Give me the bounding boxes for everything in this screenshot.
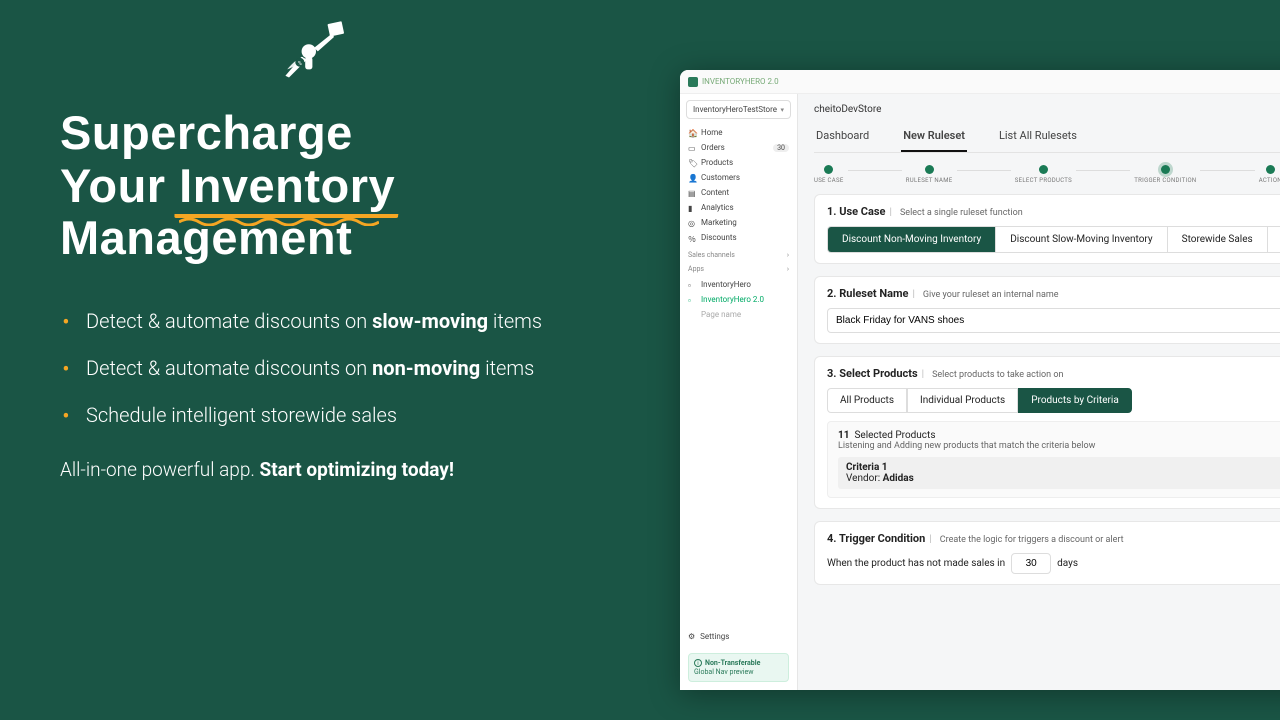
- main-panel: cheitoDevStore Dashboard New Ruleset Lis…: [798, 94, 1280, 690]
- sidebar-item-customers[interactable]: 👤Customers: [680, 170, 797, 185]
- tab-list-rulesets[interactable]: List All Rulesets: [997, 123, 1079, 152]
- user-icon: 👤: [688, 174, 696, 182]
- criteria-desc: Listening and Adding new products that m…: [838, 441, 1280, 451]
- app-topbar: INVENTORYHERO 2.0: [680, 70, 1280, 94]
- sidebar-app-item[interactable]: ▫InventoryHero 2.0: [680, 292, 797, 307]
- tab-new-ruleset[interactable]: New Ruleset: [901, 123, 967, 152]
- product-scope-tab[interactable]: All Products: [827, 388, 907, 413]
- feature-item: Schedule intelligent storewide sales: [60, 401, 620, 430]
- product-scope-tabs: All Products Individual Products Product…: [827, 388, 1280, 413]
- card-subtitle: Select products to take action on: [932, 370, 1063, 380]
- store-name: cheitoDevStore: [814, 104, 1280, 115]
- card-subtitle: Give your ruleset an internal name: [923, 290, 1059, 300]
- app-icon: ▫: [688, 296, 696, 304]
- marketing-icon: ◎: [688, 219, 696, 227]
- usecase-option[interactable]: Bulk Tagging: [1268, 227, 1280, 252]
- card-subtitle: Create the logic for triggers a discount…: [940, 535, 1124, 545]
- sidebar-item-orders[interactable]: ▭Orders30: [680, 140, 797, 155]
- orders-badge: 30: [773, 144, 789, 152]
- gear-icon: ⚙: [688, 632, 695, 641]
- hero-mascot-icon: %: [262, 10, 352, 104]
- product-scope-tab[interactable]: Individual Products: [907, 388, 1018, 413]
- step-trigger[interactable]: TRIGGER CONDITION: [1134, 165, 1196, 184]
- promo-panel: % Supercharge Your Inventory Management …: [0, 0, 660, 720]
- app-brand: INVENTORYHERO 2.0: [702, 77, 779, 86]
- usecase-option[interactable]: Storewide Sales: [1168, 227, 1268, 252]
- app-icon: ▫: [688, 281, 696, 289]
- info-icon: i: [694, 659, 702, 667]
- promo-tagline: All-in-one powerful app. Start optimizin…: [60, 458, 620, 481]
- selected-count: 11: [838, 430, 849, 441]
- sidebar-item-discounts[interactable]: ％Discounts: [680, 230, 797, 245]
- content-icon: ▤: [688, 189, 696, 197]
- criteria-block: 11 Selected Products Listening and Addin…: [827, 421, 1280, 498]
- discounts-icon: ％: [688, 234, 696, 242]
- step-action[interactable]: ACTION: [1259, 165, 1280, 184]
- card-title: 3. Select Products: [827, 367, 918, 380]
- usecase-option[interactable]: Discount Non-Moving Inventory: [828, 227, 996, 252]
- store-switcher[interactable]: InventoryHeroTestStore▾: [686, 100, 791, 119]
- step-usecase[interactable]: USE CASE: [814, 165, 844, 184]
- step-products[interactable]: SELECT PRODUCTS: [1015, 165, 1072, 184]
- sidebar-item-marketing[interactable]: ◎Marketing: [680, 215, 797, 230]
- chevron-right-icon: ›: [787, 265, 789, 273]
- sidebar-settings[interactable]: ⚙Settings: [688, 628, 789, 645]
- svg-text:%: %: [298, 61, 302, 67]
- card-title: 1. Use Case: [827, 205, 886, 218]
- card-subtitle: Select a single ruleset function: [900, 208, 1023, 218]
- ruleset-name-input[interactable]: [827, 308, 1280, 333]
- sidebar-item-home[interactable]: 🏠Home: [680, 125, 797, 140]
- feature-item: Detect & automate discounts on non-movin…: [60, 354, 620, 383]
- sidebar-apps: ▫InventoryHero ▫InventoryHero 2.0 Page n…: [680, 275, 797, 324]
- feature-item: Detect & automate discounts on slow-movi…: [60, 307, 620, 336]
- sidebar-nav: 🏠Home ▭Orders30 🏷Products 👤Customers ▤Co…: [680, 123, 797, 247]
- card-title: 4. Trigger Condition: [827, 532, 925, 545]
- main-tabs: Dashboard New Ruleset List All Rulesets: [814, 123, 1280, 153]
- product-scope-tab[interactable]: Products by Criteria: [1018, 388, 1132, 413]
- nav-preview-notice: iNon-Transferable Global Nav preview: [688, 653, 789, 682]
- sidebar-item-content[interactable]: ▤Content: [680, 185, 797, 200]
- sidebar-app-item[interactable]: Page name: [680, 307, 797, 322]
- usecase-option[interactable]: Discount Slow-Moving Inventory: [996, 227, 1167, 252]
- home-icon: 🏠: [688, 129, 696, 137]
- trigger-text: days: [1057, 558, 1078, 569]
- chevron-down-icon: ▾: [780, 106, 784, 114]
- app-logo-icon: [688, 77, 698, 87]
- usecase-options: Discount Non-Moving Inventory Discount S…: [827, 226, 1280, 253]
- card-ruleset-name: 2. Ruleset Name|Give your ruleset an int…: [814, 276, 1280, 344]
- sidebar-section-apps[interactable]: Apps›: [680, 261, 797, 275]
- card-title: 2. Ruleset Name: [827, 287, 908, 300]
- orders-icon: ▭: [688, 144, 696, 152]
- sidebar-section-sales[interactable]: Sales channels›: [680, 247, 797, 261]
- wizard-stepper: USE CASE RULESET NAME SELECT PRODUCTS TR…: [814, 165, 1280, 184]
- analytics-icon: ▮: [688, 204, 696, 212]
- tag-icon: 🏷: [688, 159, 696, 167]
- trigger-text: When the product has not made sales in: [827, 558, 1005, 569]
- sidebar-item-analytics[interactable]: ▮Analytics: [680, 200, 797, 215]
- sidebar-app-item[interactable]: ▫InventoryHero: [680, 277, 797, 292]
- card-usecase: 1. Use Case|Select a single ruleset func…: [814, 194, 1280, 264]
- app-window: INVENTORYHERO 2.0 InventoryHeroTestStore…: [680, 70, 1280, 690]
- promo-headline: Supercharge Your Inventory Management: [60, 107, 620, 265]
- card-trigger-condition: 4. Trigger Condition|Create the logic fo…: [814, 521, 1280, 585]
- feature-list: Detect & automate discounts on slow-movi…: [60, 307, 620, 430]
- trigger-days-input[interactable]: [1011, 553, 1051, 574]
- card-select-products: 3. Select Products|Select products to ta…: [814, 356, 1280, 509]
- sidebar: InventoryHeroTestStore▾ 🏠Home ▭Orders30 …: [680, 94, 798, 690]
- tab-dashboard[interactable]: Dashboard: [814, 123, 871, 152]
- chevron-right-icon: ›: [787, 251, 789, 259]
- criteria-item[interactable]: Criteria 1 Vendor: Adidas: [838, 457, 1280, 489]
- step-name[interactable]: RULESET NAME: [906, 165, 953, 184]
- sidebar-item-products[interactable]: 🏷Products: [680, 155, 797, 170]
